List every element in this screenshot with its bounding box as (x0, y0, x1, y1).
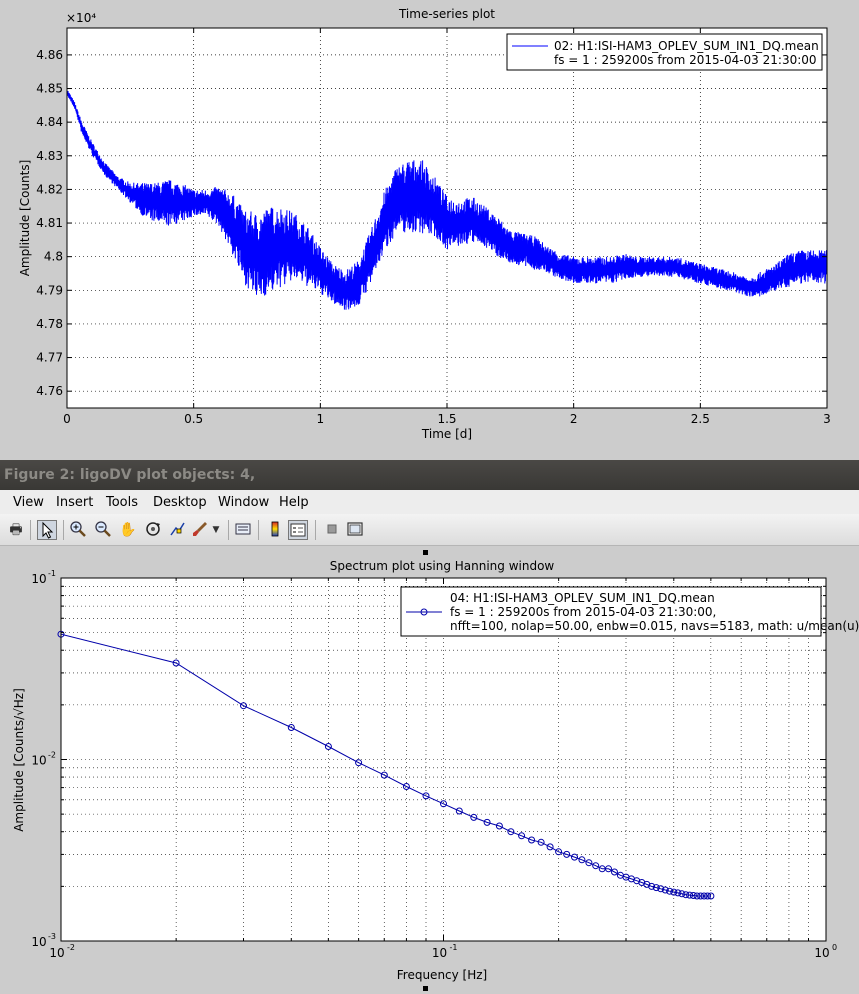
x-tick-label: 0.5 (184, 412, 203, 426)
x-tick-label: 1 (317, 412, 325, 426)
menu-bar: View Insert Tools Desktop Window Help (0, 490, 859, 514)
spectrum-legend[interactable]: 04: H1:ISI-HAM3_OPLEV_SUM_IN1_DQ.mean fs… (400, 586, 859, 637)
figure-2: 10 -2 10 -1 10 0 10 -1 10 -2 10 -3 Spectrum plot us… (0, 546, 859, 994)
time-series-xlabel: Time [d] (421, 427, 472, 441)
menu-insert[interactable]: Insert (56, 495, 93, 510)
menu-tools[interactable]: Tools (106, 495, 138, 510)
time-series-legend-label-2: fs = 1 : 259200s from 2015-04-03 21:30:0… (554, 53, 817, 67)
y-tick-label: 4.76 (36, 384, 63, 398)
y-tick-label: 4.85 (36, 82, 63, 96)
x-tick-label: 10 (49, 946, 64, 960)
hide-tools-icon[interactable] (322, 520, 342, 540)
menu-window[interactable]: Window (218, 495, 269, 510)
zoom-out-icon[interactable] (93, 520, 113, 540)
y-tick-label: 4.82 (36, 182, 63, 196)
window-titlebar[interactable]: Figure 2: ligoDV plot objects: 4, (0, 460, 859, 490)
y-tick-label: 4.83 (36, 149, 63, 163)
y-tick-label: 4.81 (36, 216, 63, 230)
toolbar-separator (63, 520, 64, 540)
x-tick-exponent: 0 (832, 943, 837, 952)
toolbar-separator (228, 520, 229, 540)
y-tick-label: 10 (31, 572, 46, 586)
y-tick-label: 4.84 (36, 115, 63, 129)
y-tick-exponent: -3 (48, 932, 56, 941)
spectrum-title: Spectrum plot using Hanning window (330, 559, 555, 573)
pan-icon[interactable]: ✋ (118, 520, 138, 540)
x-tick-label: 2.5 (691, 412, 710, 426)
y-tick-label: 10 (31, 935, 46, 949)
y-tick-label: 4.86 (36, 48, 63, 62)
x-tick-exponent: -1 (450, 943, 458, 952)
toolbar-separator (30, 520, 31, 540)
colorbar-icon[interactable] (265, 520, 285, 540)
x-tick-label: 10 (432, 946, 447, 960)
spectrum-legend-label-3: nfft=100, nolap=50.00, enbw=0.015, navs=… (450, 619, 859, 633)
brush-dropdown-icon[interactable]: ▼ (210, 520, 222, 540)
time-series-title: Time-series plot (398, 7, 495, 21)
menu-help[interactable]: Help (279, 495, 309, 510)
menu-desktop[interactable]: Desktop (153, 495, 207, 510)
zoom-in-icon[interactable] (68, 520, 88, 540)
print-icon[interactable]: 🖶 (6, 520, 26, 540)
spectrum-ylabel: Amplitude [Counts/√Hz] (12, 688, 26, 832)
x-tick-label: 1.5 (437, 412, 456, 426)
menu-view[interactable]: View (13, 495, 44, 510)
dock-icon[interactable] (345, 520, 365, 540)
time-series-legend[interactable]: 02: H1:ISI-HAM3_OPLEV_SUM_IN1_DQ.mean fs… (506, 33, 823, 71)
link-icon[interactable] (233, 520, 253, 540)
toolbar-separator (258, 520, 259, 540)
x-tick-label: 2 (570, 412, 578, 426)
y-tick-label: 10 (31, 754, 46, 768)
x-tick-exponent: -2 (67, 943, 75, 952)
rotate-icon[interactable] (143, 520, 163, 540)
spectrum-legend-label-1: 04: H1:ISI-HAM3_OPLEV_SUM_IN1_DQ.mean (450, 591, 715, 605)
x-tick-label: 3 (823, 412, 831, 426)
selection-handle-bottom[interactable] (423, 986, 428, 991)
spectrum-chart[interactable]: 10 -2 10 -1 10 010 -110 -210 -3 Spectrum plot us… (0, 546, 859, 994)
pointer-icon[interactable] (37, 520, 57, 540)
toolbar-separator (315, 520, 316, 540)
y-tick-label: 4.78 (36, 317, 63, 331)
toolbar: 🖶 ✋ ▼ (0, 514, 859, 546)
y-tick-exponent: -1 (48, 569, 56, 578)
spectrum-xlabel: Frequency [Hz] (397, 968, 488, 982)
y-tick-label: 4.77 (36, 351, 63, 365)
brush-icon[interactable] (190, 520, 210, 540)
time-series-chart[interactable]: 0 0.5 1 1.5 2 2.5 3 4.76 4.77 4.78 4.79 4.8 4.81 4.82… (0, 0, 859, 460)
data-cursor-icon[interactable] (167, 520, 187, 540)
time-series-legend-label-1: 02: H1:ISI-HAM3_OPLEV_SUM_IN1_DQ.mean (554, 39, 819, 53)
time-series-ylabel: Amplitude [Counts] (18, 160, 32, 277)
y-tick-label: 4.79 (36, 283, 63, 297)
y-tick-label: 4.8 (44, 250, 63, 264)
time-series-exponent: ×10⁴ (66, 11, 96, 25)
x-tick-label: 0 (63, 412, 71, 426)
window-title: Figure 2: ligoDV plot objects: 4, (4, 467, 256, 483)
spectrum-legend-label-2: fs = 1 : 259200s from 2015-04-03 21:30:0… (450, 605, 716, 619)
y-tick-exponent: -2 (48, 751, 56, 760)
selection-handle-top[interactable] (423, 550, 428, 555)
figure-1: 0 0.5 1 1.5 2 2.5 3 4.76 4.77 4.78 4.79 4.8 4.81 4.82… (0, 0, 859, 460)
x-tick-label: 10 (814, 946, 829, 960)
legend-icon[interactable] (288, 520, 308, 540)
